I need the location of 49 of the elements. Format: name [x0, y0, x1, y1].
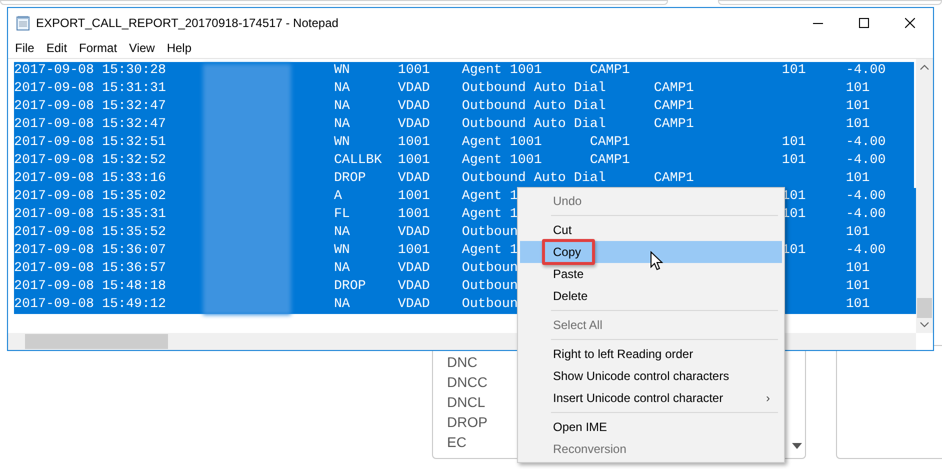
text-line: 101	[844, 261, 870, 276]
context-menu-item[interactable]: Paste	[520, 263, 782, 285]
scrollbar-thumb[interactable]	[25, 334, 168, 349]
context-menu-item[interactable]: Open IME	[520, 416, 782, 438]
window-title: EXPORT_CALL_REPORT_20170918-174517 - Notepad	[36, 15, 338, 32]
menu-item[interactable]: View	[123, 38, 161, 58]
context-menu-item[interactable]: Copy	[520, 241, 782, 263]
context-menu-item[interactable]: Show Unicode control characters	[520, 365, 782, 387]
text-line: 2017-09-08 15:35:52 NA VDAD Outboun	[14, 225, 518, 240]
caret-down-icon	[792, 443, 802, 449]
text-line: 2017-09-08 15:35:02 A 1001 Agent 1	[14, 189, 518, 204]
text-line: 2017-09-08 15:32:47 NA VDAD Outbound Auto Dial CAMP1 101	[14, 99, 870, 114]
text-line: 2017-09-08 15:32:51 WN 1001 Agent 1001 CAMP1 101 -4.00	[14, 135, 886, 150]
menu-item[interactable]: Edit	[40, 38, 74, 58]
text-line: 2017-09-08 15:48:18 DROP VDAD Outboun	[14, 279, 518, 294]
text-line: 2017-09-08 15:32:47 NA VDAD Outbound Auto Dial CAMP1 101	[14, 117, 870, 132]
text-line: 2017-09-08 15:30:28 WN 1001 Agent 1001 CAMP1 101 -4.00	[14, 63, 886, 78]
list-item[interactable]: EC	[447, 432, 466, 452]
vertical-scrollbar[interactable]	[916, 59, 933, 333]
menu-item[interactable]: File	[9, 38, 40, 58]
list-item[interactable]: DNCC	[447, 372, 488, 392]
text-line: 2017-09-08 15:33:16 DROP VDAD Outbound Auto Dial CAMP1 101	[14, 171, 870, 186]
text-line: 2017-09-08 15:49:12 NA VDAD Outboun	[14, 297, 518, 312]
context-menu-item[interactable]: Right to left Reading order	[520, 343, 782, 365]
list-item[interactable]: DROP	[447, 412, 488, 432]
context-menu-item[interactable]: Delete	[520, 285, 782, 307]
maximize-icon	[859, 18, 869, 28]
menu-item[interactable]: Help	[160, 38, 198, 58]
mouse-cursor-icon	[650, 251, 664, 271]
close-icon	[905, 18, 915, 28]
text-line: 2017-09-08 15:31:31 NA VDAD Outbound Auto Dial CAMP1 101	[14, 81, 870, 96]
text-line: 101	[844, 297, 870, 312]
menu-item[interactable]: Format	[73, 38, 124, 58]
submenu-arrow: ›	[766, 390, 770, 407]
context-menu-item[interactable]: Cut	[520, 219, 782, 241]
context-menu-item[interactable]: Insert Unicode control character ›	[520, 387, 782, 409]
text-line: 2017-09-08 15:35:31 FL 1001 Agent 1	[14, 207, 518, 222]
text-line: 2017-09-08 15:32:52 CALLBK 1001 Agent 1001 CAMP1 101 -4.00	[14, 153, 886, 168]
text-line: 101	[844, 225, 870, 240]
scroll-down-icon	[920, 322, 929, 328]
text-line: 101	[844, 279, 870, 294]
text-line: 2017-09-08 15:36:57 NA VDAD Outboun	[14, 261, 518, 276]
list-item[interactable]: DNC	[447, 352, 478, 372]
scroll-up-icon	[920, 64, 929, 70]
highlight-frame	[542, 239, 595, 265]
scrollbar-thumb[interactable]	[917, 298, 932, 318]
text-line: 2017-09-08 15:36:07 WN 1001 Agent 1	[14, 243, 518, 258]
notepad-icon	[16, 15, 30, 31]
list-item[interactable]: DNCL	[447, 392, 486, 412]
